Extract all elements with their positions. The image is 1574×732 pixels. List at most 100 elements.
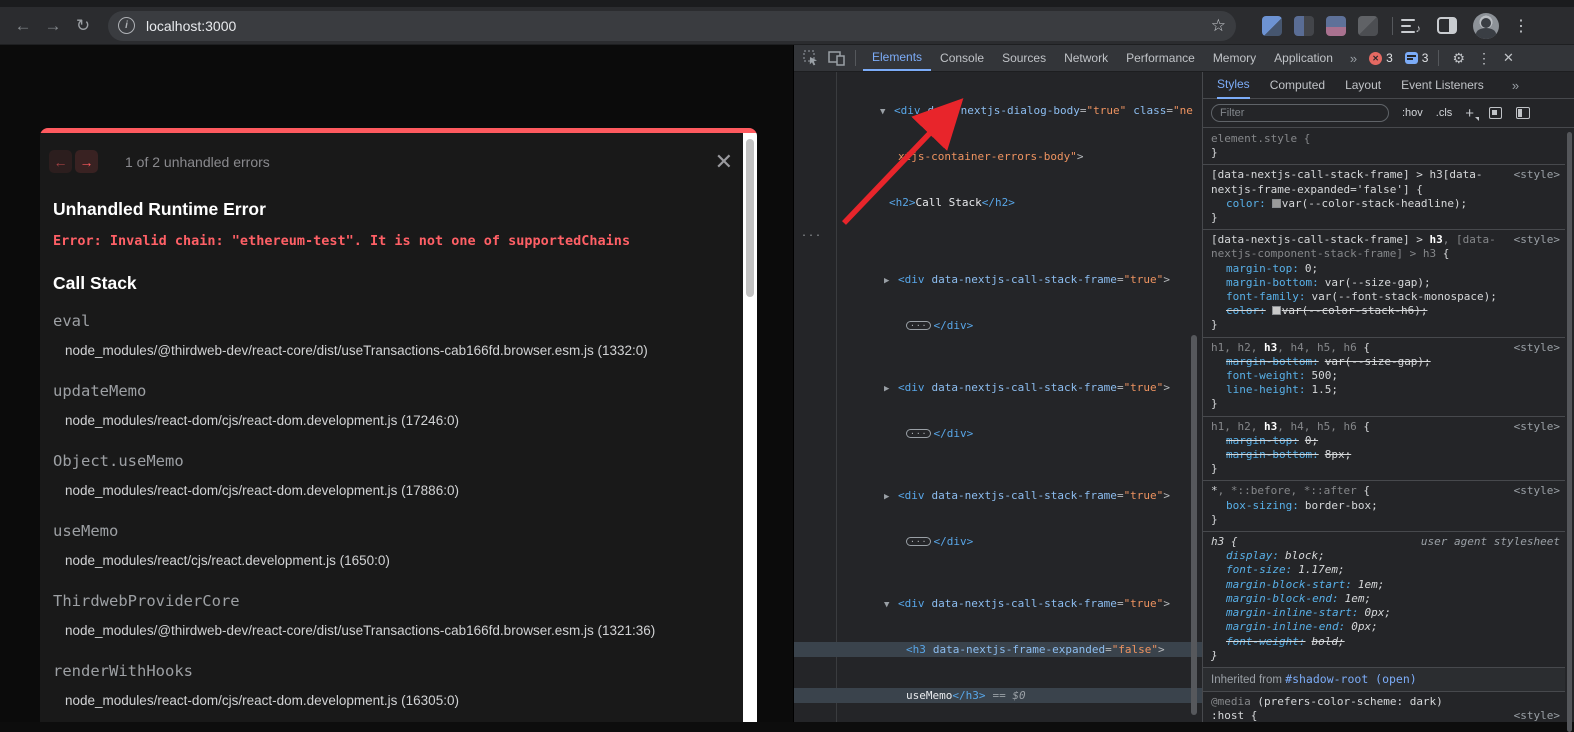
tree-row-close-tag[interactable]: ···</div> (794, 534, 1202, 549)
tree-row-selected-h3-text[interactable]: useMemo</h3>== $0 (794, 688, 1202, 703)
tab-memory[interactable]: Memory (1204, 46, 1265, 71)
tab-event-listeners[interactable]: Event Listeners (1401, 78, 1484, 92)
extension-icon-2[interactable] (1294, 16, 1314, 36)
tab-sources[interactable]: Sources (993, 46, 1055, 71)
css-declaration-overridden[interactable]: color:var(--color-stack-h6); (1211, 304, 1557, 318)
stylesheet-origin-link[interactable]: <style> (1514, 484, 1560, 498)
tree-row-h2[interactable]: <h2>Call Stack</h2> (794, 195, 1202, 210)
expand-ellipsis-icon[interactable]: ··· (906, 537, 931, 546)
tab-application[interactable]: Application (1265, 46, 1342, 71)
css-rule-universal[interactable]: <style> *, *::before, *::after { box-siz… (1203, 481, 1565, 532)
css-declaration[interactable]: margin-inline-start:0px; (1211, 606, 1557, 620)
tree-row-close-tag[interactable]: ···</div> (794, 318, 1202, 333)
toggle-element-classes[interactable]: .cls (1436, 107, 1453, 119)
element-style-block[interactable]: element.style { } (1203, 129, 1565, 165)
styles-scrollbar-thumb[interactable] (1567, 132, 1572, 732)
sidebar-more-icon[interactable]: » (1504, 78, 1527, 93)
previous-error-button[interactable]: ← (49, 150, 72, 173)
css-declaration[interactable]: margin-top:0; (1211, 262, 1557, 276)
tree-row-collapsed-frame[interactable]: ▶<divdata-nextjs-call-stack-frame="true"… (794, 488, 1202, 503)
site-info-icon[interactable]: i (118, 17, 135, 34)
extension-icon-1[interactable] (1262, 16, 1282, 36)
expand-ellipsis-icon[interactable]: ··· (906, 321, 931, 330)
device-toolbar-icon[interactable] (828, 51, 845, 66)
css-rule-call-stack-frame-h3[interactable]: <style> [data-nextjs-call-stack-frame] >… (1203, 230, 1565, 337)
tab-performance[interactable]: Performance (1117, 46, 1204, 71)
stylesheet-origin-link[interactable]: <style> (1514, 233, 1560, 247)
expand-ellipsis-icon[interactable]: ··· (906, 429, 931, 438)
color-swatch[interactable] (1272, 199, 1281, 208)
shadow-root-link[interactable]: #shadow-root (open) (1285, 672, 1417, 686)
dialog-scrollbar-thumb[interactable] (746, 139, 754, 297)
tree-row-close-tag[interactable]: ···</div> (794, 426, 1202, 441)
reload-icon[interactable]: ↻ (68, 16, 98, 36)
css-declaration[interactable]: line-height:1.5; (1211, 383, 1557, 397)
css-declaration-overridden[interactable]: margin-bottom:8px; (1211, 448, 1557, 462)
gear-icon[interactable]: ⚙ (1452, 50, 1465, 67)
tree-row-expanded-frame-open[interactable]: ▼<divdata-nextjs-call-stack-frame="true"… (794, 596, 1202, 611)
address-bar[interactable]: i localhost:3000 ☆ (108, 11, 1236, 41)
filter-input[interactable] (1211, 104, 1389, 122)
computed-sidebar-toggle-icon[interactable] (1516, 107, 1530, 119)
css-declaration[interactable]: font-family:var(--font-stack-monospace); (1211, 290, 1557, 304)
media-controls-icon[interactable]: ♪ (1401, 18, 1421, 34)
tab-computed[interactable]: Computed (1270, 78, 1325, 92)
tree-row-collapsed-frame[interactable]: ▶<divdata-nextjs-call-stack-frame="true"… (794, 380, 1202, 395)
collapse-arrow-icon[interactable]: ▼ (884, 598, 898, 613)
tree-row-dialog-body-wrap[interactable]: xtjs-container-errors-body"> (794, 149, 1202, 164)
profile-avatar[interactable] (1473, 13, 1499, 39)
css-declaration[interactable]: margin-bottom:var(--size-gap); (1211, 276, 1557, 290)
side-panel-icon[interactable] (1437, 17, 1457, 34)
more-tabs-icon[interactable]: » (1342, 51, 1365, 66)
css-declaration[interactable]: margin-block-start:1em; (1211, 578, 1557, 592)
url-text[interactable]: localhost:3000 (146, 18, 236, 34)
stylesheet-origin-link[interactable]: <style> (1514, 341, 1560, 355)
forward-icon[interactable]: → (38, 16, 68, 36)
issues-badge[interactable]: 3 (1397, 51, 1429, 65)
expand-arrow-icon[interactable]: ▶ (884, 382, 898, 397)
extension-icon-3[interactable] (1326, 16, 1346, 36)
close-icon[interactable]: ✕ (715, 152, 733, 172)
next-error-button[interactable]: → (75, 150, 98, 173)
tab-network[interactable]: Network (1055, 46, 1117, 71)
stylesheet-origin-link[interactable]: <style> (1514, 168, 1560, 182)
tab-elements[interactable]: Elements (863, 46, 931, 71)
collapse-arrow-icon[interactable]: ▼ (880, 105, 894, 120)
stylesheet-origin-link[interactable]: <style> (1514, 420, 1560, 434)
tab-layout[interactable]: Layout (1345, 78, 1381, 92)
css-declaration[interactable]: margin-inline-end:0px; (1211, 620, 1557, 634)
tree-row-selected-h3-open[interactable]: <h3data-nextjs-frame-expanded="false"> (794, 642, 1202, 657)
css-declaration-overridden[interactable]: margin-bottom:var(--size-gap); (1211, 355, 1557, 369)
tab-console[interactable]: Console (931, 46, 993, 71)
css-declaration[interactable]: color:var(--color-stack-headline); (1211, 197, 1557, 211)
dialog-scrollbar[interactable] (743, 133, 757, 722)
css-declaration-overridden[interactable]: margin-top:0; (1211, 434, 1557, 448)
expand-arrow-icon[interactable]: ▶ (884, 274, 898, 289)
console-errors-badge[interactable]: ✕ 3 (1369, 51, 1393, 65)
devtools-close-icon[interactable]: ✕ (1503, 50, 1514, 66)
css-declaration[interactable]: box-sizing:border-box; (1211, 499, 1557, 513)
tree-row-dialog-body-open[interactable]: ▼<divdata-nextjs-dialog-body="true"class… (794, 103, 1202, 118)
css-rule-call-stack-frame-h3-expanded[interactable]: <style> [data-nextjs-call-stack-frame] >… (1203, 165, 1565, 230)
bookmark-star-icon[interactable]: ☆ (1211, 16, 1226, 36)
css-declaration[interactable]: display:block; (1211, 549, 1557, 563)
extension-icon-4[interactable] (1358, 16, 1378, 36)
tree-row-collapsed-frame[interactable]: ▶<divdata-nextjs-call-stack-frame="true"… (794, 272, 1202, 287)
css-declaration[interactable]: font-size:1.17em; (1211, 563, 1557, 577)
toggle-hover-state[interactable]: :hov (1402, 107, 1423, 119)
css-rule-h3-user-agent[interactable]: user agent stylesheet h3 { display:block… (1203, 532, 1565, 668)
css-declaration[interactable]: margin-block-end:1em; (1211, 592, 1557, 606)
css-rule-host-media-dark[interactable]: <style> @media (prefers-color-scheme: da… (1203, 692, 1565, 722)
devtools-menu-icon[interactable]: ⋮ (1477, 50, 1491, 67)
css-declaration-overridden[interactable]: font-weight:bold; (1211, 635, 1557, 649)
new-style-rule-icon[interactable]: + (1465, 105, 1474, 122)
expand-arrow-icon[interactable]: ▶ (884, 490, 898, 505)
tab-styles[interactable]: Styles (1217, 72, 1250, 99)
stylesheet-origin-link[interactable]: <style> (1514, 709, 1560, 722)
inspect-element-icon[interactable] (803, 50, 819, 66)
css-declaration[interactable]: font-weight:500; (1211, 369, 1557, 383)
color-swatch[interactable] (1272, 306, 1281, 315)
css-rule-headings-2[interactable]: <style> h1, h2, h3, h4, h5, h6 { margin-… (1203, 417, 1565, 482)
rendering-emulation-icon[interactable] (1489, 107, 1502, 119)
css-rule-headings-1[interactable]: <style> h1, h2, h3, h4, h5, h6 { margin-… (1203, 338, 1565, 417)
